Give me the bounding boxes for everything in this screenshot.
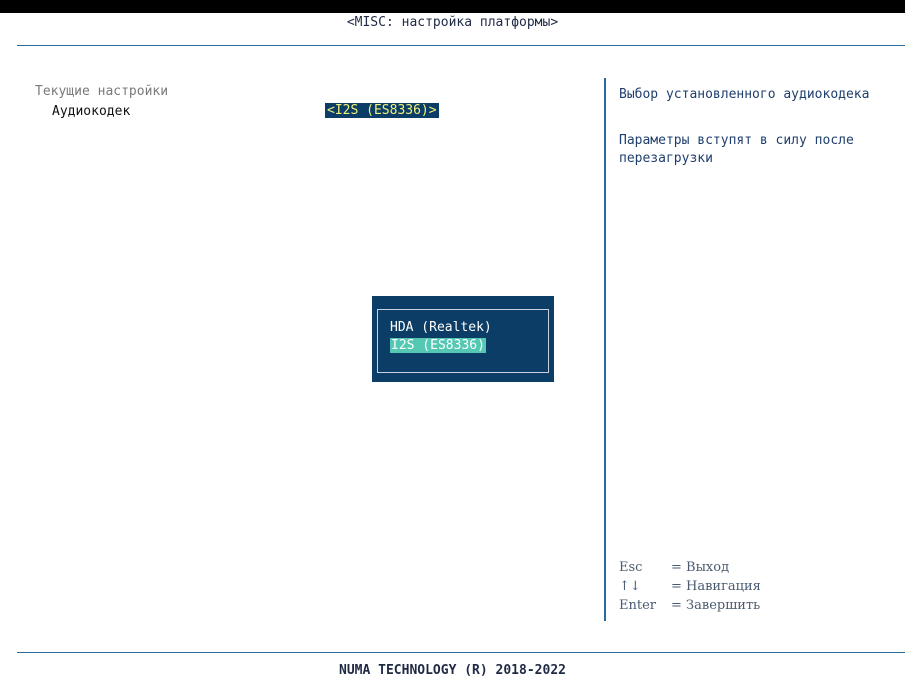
option-i2s-es8336[interactable]: I2S (ES8336): [390, 338, 486, 353]
help-text-line-2: Параметры вступят в силу после: [619, 133, 854, 148]
arrow-keys-icon: ↑↓: [619, 579, 641, 594]
codec-select-popup: HDA (Realtek) I2S (ES8336): [372, 296, 554, 382]
help-panel-divider: [604, 78, 606, 621]
audio-codec-value[interactable]: <I2S (ES8336)>: [325, 103, 439, 118]
page-title: <MISC: настройка платформы>: [346, 15, 559, 30]
key-name: Enter: [619, 598, 656, 613]
popup-frame: HDA (Realtek) I2S (ES8336): [377, 309, 549, 373]
help-text-line-3: перезагрузки: [619, 151, 713, 166]
footer-copyright: NUMA TECHNOLOGY (R) 2018-2022: [339, 663, 566, 678]
bios-setup-screen: <MISC: настройка платформы> Текущие наст…: [0, 0, 905, 682]
key-action: = Выход: [671, 560, 730, 575]
section-title: Текущие настройки: [35, 84, 169, 99]
key-action: = Навигация: [671, 579, 761, 594]
audio-codec-label: Аудиокодек: [52, 104, 131, 119]
option-hda-realtek[interactable]: HDA (Realtek): [390, 320, 492, 335]
key-name: Esc: [619, 560, 643, 575]
key-hint-enter: Enter = Завершить: [619, 598, 760, 613]
key-action: = Завершить: [671, 598, 761, 613]
footer-divider: [17, 652, 905, 653]
top-black-bar: [0, 0, 905, 13]
key-hint-esc: Esc = Выход: [619, 560, 729, 575]
header-divider: [17, 45, 905, 46]
help-text-line-1: Выбор установленного аудиокодека: [619, 87, 870, 102]
key-hint-navigation: ↑↓ = Навигация: [619, 579, 761, 594]
